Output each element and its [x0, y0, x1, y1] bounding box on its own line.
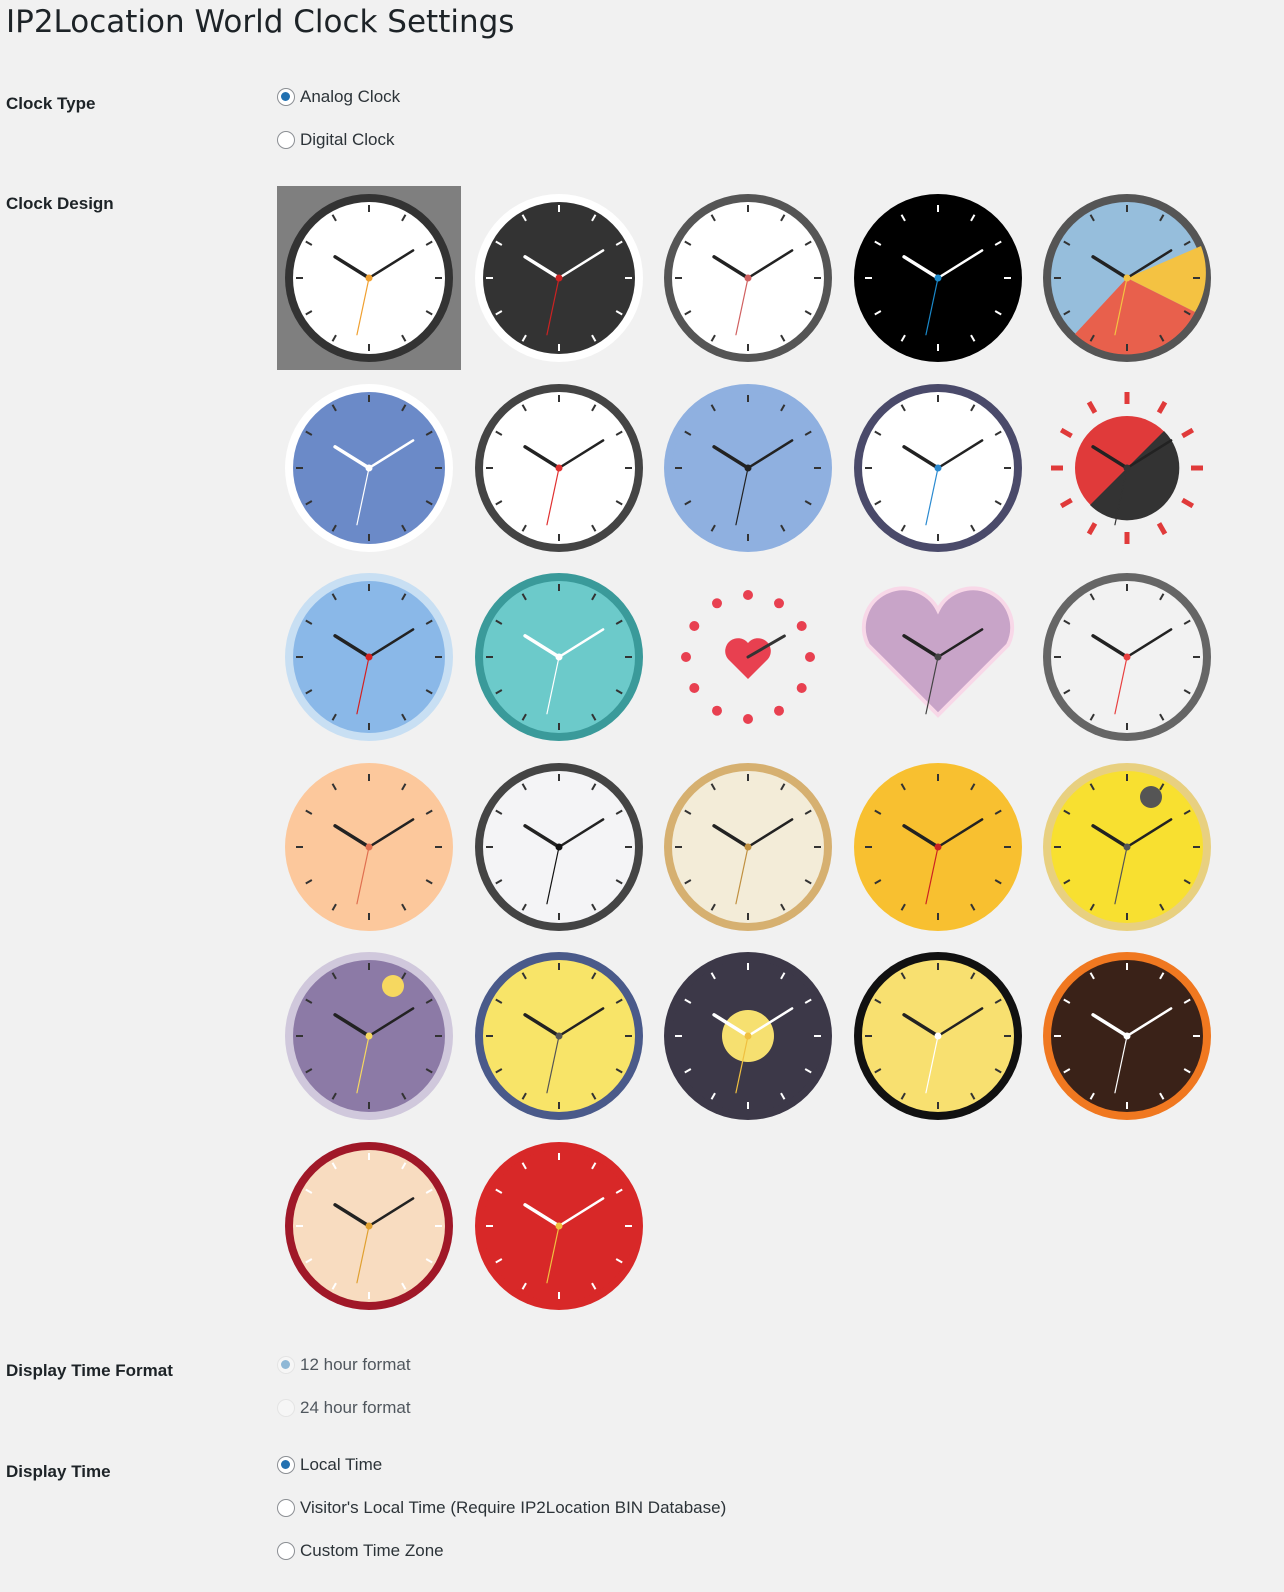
christmas-clock-icon — [285, 573, 453, 741]
clock-design-grid — [277, 186, 1227, 1311]
classic-white-clock-icon — [285, 194, 453, 362]
clock-design-option[interactable] — [277, 186, 461, 370]
clock-design-option[interactable] — [467, 376, 651, 560]
clock-design-option[interactable] — [1035, 944, 1219, 1128]
clock-design-option[interactable] — [656, 186, 840, 370]
heart-shaped-clock-icon — [861, 586, 1014, 718]
clock-design-option[interactable] — [467, 186, 651, 370]
clock-design-option[interactable] — [277, 1134, 461, 1318]
visitor-local-time-radio[interactable] — [277, 1499, 295, 1517]
clock-design-option[interactable] — [277, 565, 461, 749]
easter-eggs-clock-icon — [1043, 573, 1211, 741]
roman-white-clock-icon — [474, 762, 643, 931]
12-hour-format-label: 12 hour format — [300, 1355, 411, 1374]
local-time-label: Local Time — [300, 1455, 383, 1474]
red-lantern-clock-icon — [474, 1141, 643, 1310]
24-hour-format-option[interactable]: 24 hour format — [277, 1398, 411, 1418]
blue-clock-icon — [285, 383, 453, 552]
moon-rabbits-clock-icon — [474, 952, 643, 1120]
12-hour-format-radio[interactable] — [277, 1356, 295, 1374]
clock-design-option[interactable] — [846, 186, 1030, 370]
visitor-local-time-label: Visitor's Local Time (Require IP2Locatio… — [300, 1498, 727, 1517]
clock-design-option[interactable] — [656, 376, 840, 560]
display-time-label: Display Time — [6, 1462, 111, 1481]
clock-design-option[interactable] — [656, 755, 840, 939]
clock-design-option[interactable] — [1035, 376, 1219, 560]
local-time-option[interactable]: Local Time — [277, 1455, 382, 1475]
custom-time-zone-label: Custom Time Zone — [300, 1541, 444, 1560]
12-hour-format-option[interactable]: 12 hour format — [277, 1355, 411, 1375]
clock-design-option[interactable] — [277, 755, 461, 939]
analog-clock-radio[interactable] — [277, 88, 295, 106]
hearts-clock-icon — [681, 590, 815, 724]
red-tick-clock-icon — [474, 383, 643, 552]
digital-clock-option[interactable]: Digital Clock — [277, 130, 394, 150]
black-dotted-clock-icon — [853, 194, 1022, 362]
clock-design-option[interactable] — [656, 565, 840, 749]
clock-design-option[interactable] — [467, 755, 651, 939]
chinese-new-year-clock-icon — [285, 1141, 453, 1310]
clock-type-label: Clock Type — [6, 94, 96, 113]
clock-design-option[interactable] — [846, 376, 1030, 560]
snowflake-clock-icon — [474, 573, 643, 741]
clock-design-option[interactable] — [846, 565, 1030, 749]
clock-design-label: Clock Design — [6, 194, 114, 213]
clock-design-option[interactable] — [846, 944, 1030, 1128]
clock-design-option[interactable] — [1035, 186, 1219, 370]
clock-design-option[interactable] — [1035, 565, 1219, 749]
time-format-label: Display Time Format — [6, 1361, 173, 1380]
clock-design-option[interactable] — [467, 944, 651, 1128]
digital-clock-label: Digital Clock — [300, 130, 395, 149]
clock-design-option[interactable] — [467, 565, 651, 749]
clock-design-option[interactable] — [1035, 755, 1219, 939]
clock-design-option[interactable] — [277, 376, 461, 560]
roman-blue-clock-icon — [664, 383, 832, 552]
visitor-local-time-option[interactable]: Visitor's Local Time (Require IP2Locatio… — [277, 1498, 726, 1518]
black-numeral-clock-icon — [474, 194, 643, 362]
24-hour-format-radio[interactable] — [277, 1399, 295, 1417]
custom-time-zone-radio[interactable] — [277, 1542, 295, 1560]
navy-rim-clock-icon — [853, 383, 1022, 552]
custom-time-zone-option[interactable]: Custom Time Zone — [277, 1541, 444, 1561]
24-hour-format-label: 24 hour format — [300, 1398, 411, 1417]
minimal-white-clock-icon — [664, 194, 832, 362]
analog-clock-label: Analog Clock — [300, 87, 401, 106]
analog-clock-option[interactable]: Analog Clock — [277, 87, 400, 107]
lantern-festival-clock-icon — [664, 952, 832, 1120]
easter-bunny-clock-icon — [285, 762, 453, 931]
clock-design-option[interactable] — [277, 944, 461, 1128]
clock-design-option[interactable] — [467, 1134, 651, 1318]
steampunk-gears-clock-icon — [664, 762, 832, 931]
mooncake-clock-icon — [853, 762, 1022, 931]
haunted-castle-clock-icon — [853, 952, 1022, 1120]
tricolor-clock-icon — [1043, 194, 1211, 362]
clock-design-option[interactable] — [656, 944, 840, 1128]
purple-night-clock-icon — [285, 952, 453, 1120]
sun-clock-icon — [1051, 391, 1203, 544]
yellow-moon-clock-icon — [1043, 762, 1211, 931]
page-title: IP2Location World Clock Settings — [6, 4, 515, 40]
digital-clock-radio[interactable] — [277, 131, 295, 149]
pumpkin-clock-icon — [1043, 952, 1211, 1120]
local-time-radio[interactable] — [277, 1456, 295, 1474]
clock-design-option[interactable] — [846, 755, 1030, 939]
